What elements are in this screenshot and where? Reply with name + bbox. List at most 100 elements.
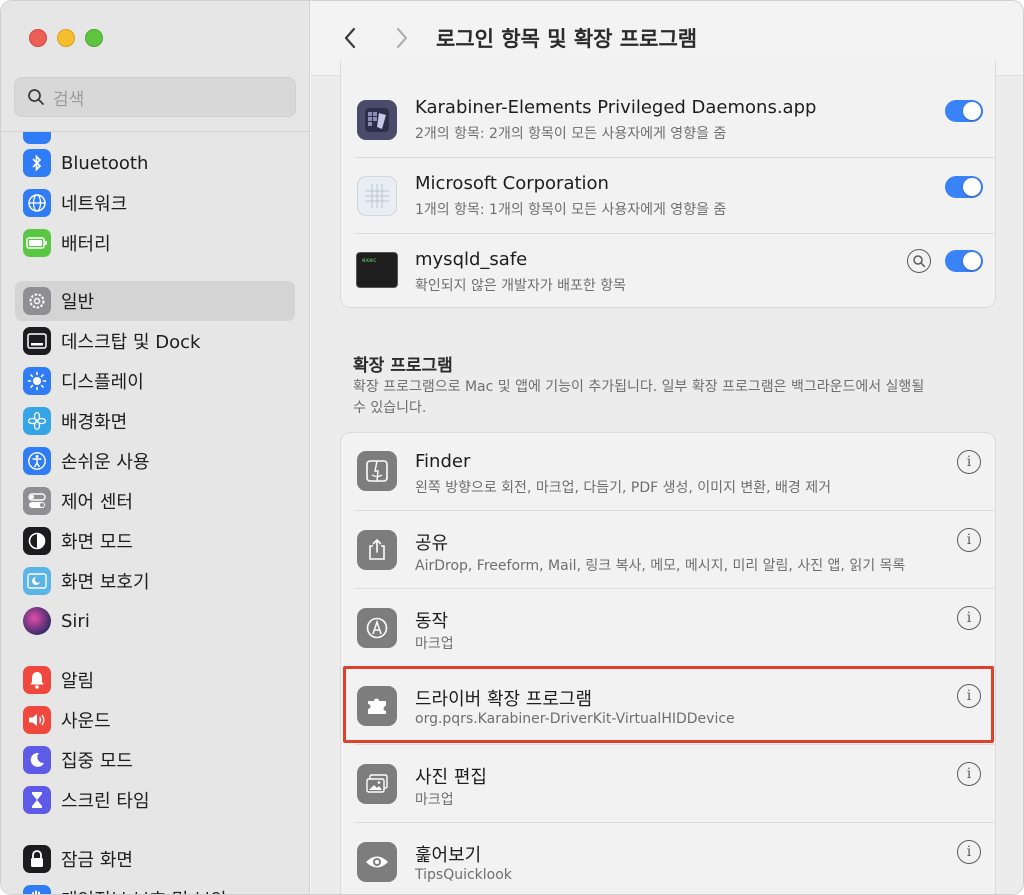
extension-subtitle: org.pqrs.Karabiner-DriverKit-VirtualHIDD… [415,711,735,727]
info-button[interactable]: i [957,528,981,552]
extension-title: Finder [415,451,471,472]
sidebar-item-label: 알림 [61,671,95,692]
sidebar-item-general[interactable]: 일반 [15,281,295,321]
back-button[interactable] [333,21,367,55]
extension-title: 사진 편집 [415,767,487,788]
extension-title: 드라이버 확장 프로그램 [415,689,593,710]
close-button[interactable] [29,29,47,47]
extension-row-quick-look[interactable]: 훑어보기 TipsQuicklook i [341,823,997,894]
sidebar-item-notifications[interactable]: 알림 [15,660,295,700]
sidebar-item-focus[interactable]: 집중 모드 [15,740,295,780]
forward-button[interactable] [385,21,419,55]
info-icon: i [966,688,972,704]
info-button[interactable]: i [957,684,981,708]
content-pane: 로그인 항목 및 확장 프로그램 Karabiner-Elements Priv… [311,1,1023,894]
hand-icon [23,885,51,894]
info-icon: i [966,532,972,548]
info-button[interactable]: i [957,762,981,786]
extension-subtitle: TipsQuicklook [415,867,512,883]
actions-icon [357,608,397,648]
login-item-title: mysqld_safe [415,249,528,270]
info-icon: i [966,454,972,470]
extensions-section-description: 확장 프로그램으로 Mac 및 앱에 기능이 추가됩니다. 일부 확장 프로그램… [353,379,925,416]
karabiner-icon [357,100,397,140]
info-icon: i [966,766,972,782]
sidebar-item-privacy-security[interactable]: 개인정보 보호 및 보안 [15,879,295,894]
sidebar-item-siri[interactable]: Siri [15,601,295,641]
zoom-button[interactable] [85,29,103,47]
sidebar-item-label: 네트워크 [61,194,128,215]
sidebar-item-label: 데스크탑 및 Dock [61,332,201,353]
extension-row-finder[interactable]: Finder 왼쪽 방향으로 회전, 마크업, 다듬기, PDF 생성, 이미지… [341,433,997,511]
sidebar-item-label: 화면 보호기 [61,572,150,593]
login-item-toggle[interactable] [945,100,983,122]
sidebar-item-desktop-dock[interactable]: 데스크탑 및 Dock [15,321,295,361]
sidebar-item-control-center[interactable]: 제어 센터 [15,481,295,521]
sidebar-item-accessibility[interactable]: 손쉬운 사용 [15,441,295,481]
share-icon [357,530,397,570]
login-item-title: Karabiner-Elements Privileged Daemons.ap… [415,97,817,118]
sidebar-item-appearance[interactable]: 화면 모드 [15,521,295,561]
info-icon: i [966,610,972,626]
siri-icon [23,607,51,635]
gear-icon [23,287,51,315]
finder-icon [357,451,397,491]
sidebar-item-label: 디스플레이 [61,372,144,393]
sidebar-item-screen-time[interactable]: 스크린 타임 [15,780,295,820]
extension-subtitle: 왼쪽 방향으로 회전, 마크업, 다듬기, PDF 생성, 이미지 변환, 배경… [415,480,832,496]
sidebar-list: Bluetooth 네트워크 배터리 일반 데스크탑 및 Dock 디스플레이 … [1,131,310,894]
sidebar-item-label: 배경화면 [61,412,128,433]
accessibility-icon [23,447,51,475]
sidebar-item-network[interactable]: 네트워크 [15,183,295,223]
window-controls [29,29,103,47]
sidebar-item-displays[interactable]: 디스플레이 [15,361,295,401]
login-item-toggle[interactable] [945,176,983,198]
eye-icon [357,842,397,882]
login-item-title: Microsoft Corporation [415,173,609,194]
extension-subtitle: 마크업 [415,792,454,808]
flower-icon [23,407,51,435]
sidebar-item-label: 스크린 타임 [61,791,150,812]
extension-subtitle: AirDrop, Freeform, Mail, 링크 복사, 메모, 메시지,… [415,558,906,574]
sidebar-item-sound[interactable]: 사운드 [15,700,295,740]
search-icon [28,89,44,105]
info-button[interactable]: i [957,840,981,864]
search-field[interactable]: 검색 [14,77,296,117]
sidebar-item-bluetooth[interactable]: Bluetooth [15,143,295,183]
sidebar-item-label: 사운드 [61,711,111,732]
sidebar-item-wallpaper[interactable]: 배경화면 [15,401,295,441]
extension-row-actions[interactable]: 동작 마크업 i [341,589,997,667]
sidebar-item-label: 집중 모드 [61,751,133,772]
info-button[interactable]: i [957,606,981,630]
extensions-section-title: 확장 프로그램 [353,356,453,376]
sidebar-item-label: 화면 모드 [61,532,133,553]
speaker-icon [23,706,51,734]
lock-icon [23,845,51,873]
extension-row-share[interactable]: 공유 AirDrop, Freeform, Mail, 링크 복사, 메모, 메… [341,511,997,589]
battery-icon [23,229,51,257]
extension-row-photo-editing[interactable]: 사진 편집 마크업 i [341,745,997,823]
sidebar-item-label: 일반 [61,292,95,313]
sidebar-item-battery[interactable]: 배터리 [15,223,295,263]
extension-row-driver-extensions[interactable]: 드라이버 확장 프로그램 org.pqrs.Karabiner-DriverKi… [341,667,997,745]
login-item-row: exec mysqld_safe 확인되지 않은 개발자가 배포한 항목 [341,233,997,309]
login-items-card: Karabiner-Elements Privileged Daemons.ap… [340,61,996,308]
photos-icon [357,764,397,804]
dock-icon [23,327,51,355]
chevron-right-icon [396,27,408,49]
show-in-finder-button[interactable] [907,249,931,273]
login-item-subtitle: 확인되지 않은 개발자가 배포한 항목 [415,278,626,294]
minimize-button[interactable] [57,29,75,47]
bell-icon [23,666,51,694]
info-button[interactable]: i [957,450,981,474]
sidebar-item-lock-screen[interactable]: 잠금 화면 [15,839,295,879]
login-item-toggle[interactable] [945,250,983,272]
sidebar-item-label: 손쉬운 사용 [61,452,150,473]
bluetooth-icon [23,149,51,177]
sidebar-item-label: 배터리 [61,234,111,255]
magnifier-icon [913,255,926,268]
login-item-subtitle: 1개의 항목: 1개의 항목이 모든 사용자에게 영향을 줌 [415,202,727,218]
screensaver-icon [23,567,51,595]
terminal-icon: exec [356,252,398,288]
sidebar-item-screensaver[interactable]: 화면 보호기 [15,561,295,601]
